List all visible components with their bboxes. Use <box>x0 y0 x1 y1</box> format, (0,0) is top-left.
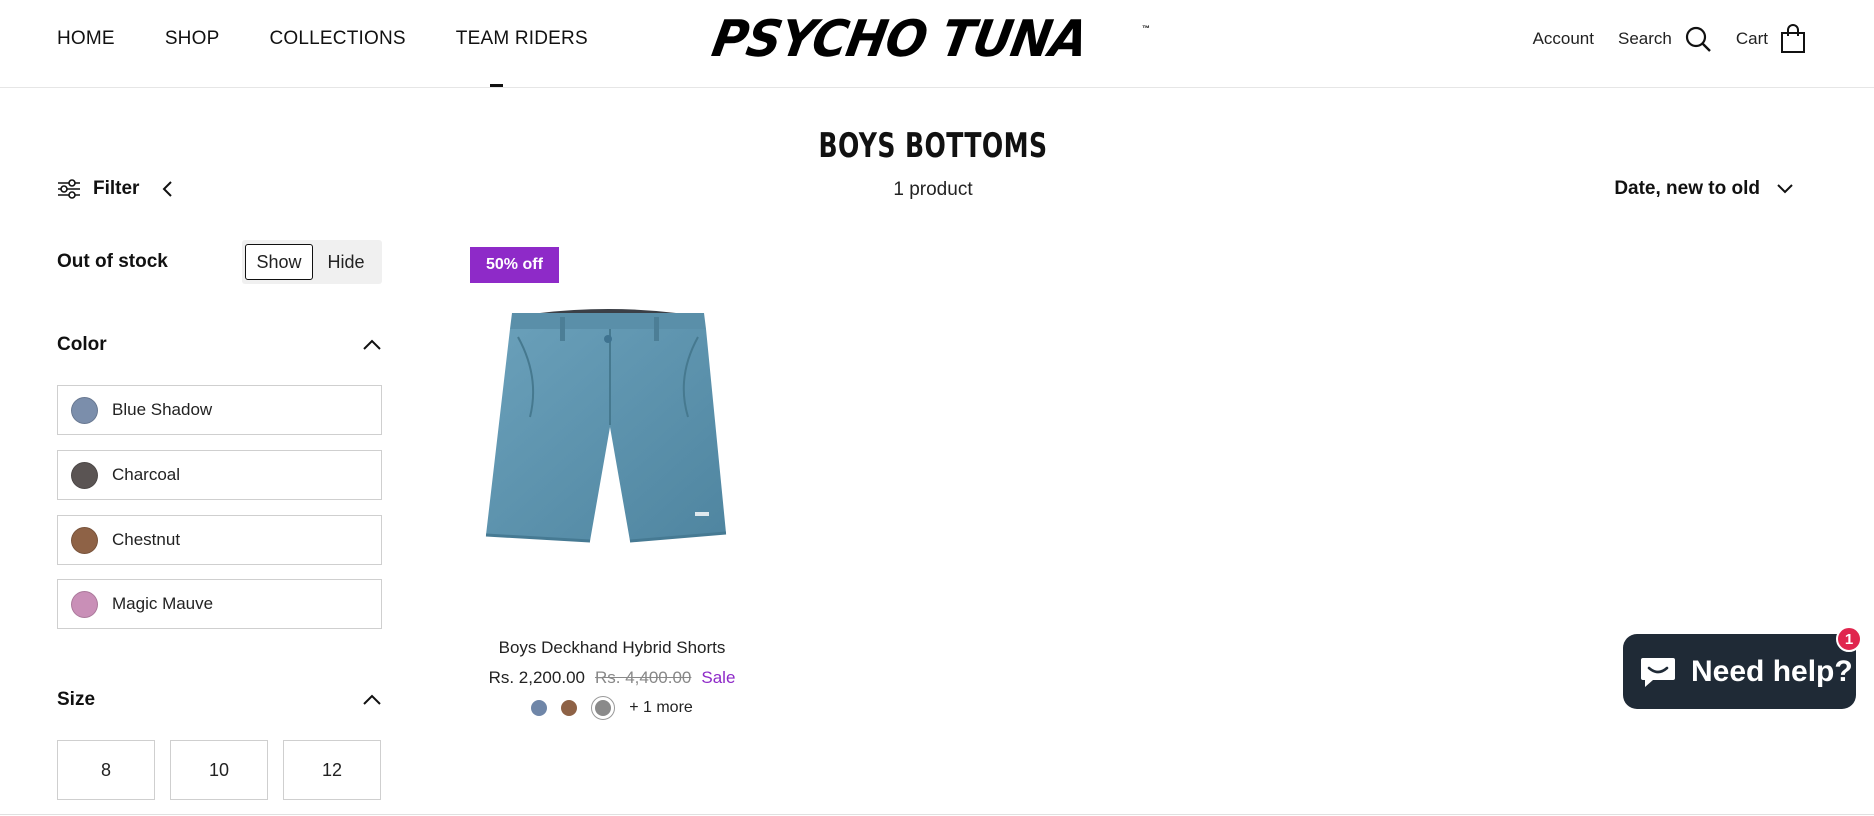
color-section-header[interactable]: Color <box>57 334 382 356</box>
main-nav: HOME SHOP COLLECTIONS TEAM RIDERS <box>57 28 638 50</box>
show-out-of-stock-button[interactable]: Show <box>245 244 313 280</box>
discount-badge: 50% off <box>470 247 559 283</box>
sale-label: Sale <box>701 668 736 687</box>
color-option-charcoal[interactable]: Charcoal <box>57 450 382 500</box>
shopping-bag-icon <box>1781 24 1805 53</box>
color-option-magic-mauve[interactable]: Magic Mauve <box>57 579 382 629</box>
filter-label: Filter <box>93 178 140 199</box>
color-option-label: Chestnut <box>112 530 181 549</box>
logo-trademark: ™ <box>1142 24 1150 33</box>
account-label: Account <box>1532 29 1594 48</box>
color-option-label: Charcoal <box>112 465 181 484</box>
sort-dropdown[interactable]: Date, new to old <box>1614 178 1794 200</box>
logo-text: PSYCHO TUNA <box>707 9 1092 69</box>
chat-notification-badge: 1 <box>1836 626 1862 652</box>
product-swatches: + 1 more <box>470 696 754 720</box>
color-swatch <box>71 461 98 489</box>
color-option-chestnut[interactable]: Chestnut <box>57 515 382 565</box>
cart-label: Cart <box>1735 29 1768 48</box>
nav-shop[interactable]: SHOP <box>165 28 220 50</box>
nav-collections[interactable]: COLLECTIONS <box>269 28 405 50</box>
product-price-row: Rs. 2,200.00 Rs. 4,400.00 Sale <box>470 668 754 688</box>
account-link[interactable]: Account <box>1533 29 1594 49</box>
color-swatch <box>71 396 98 424</box>
search-label: Search <box>1618 29 1672 48</box>
swatch-chestnut[interactable] <box>561 700 578 716</box>
compare-at-price: Rs. 4,400.00 <box>594 668 692 687</box>
color-option-label: Magic Mauve <box>112 594 214 613</box>
more-swatches-label[interactable]: + 1 more <box>629 699 693 717</box>
header-actions: Account Search Cart <box>1509 24 1806 54</box>
site-header: HOME SHOP COLLECTIONS TEAM RIDERS PSYCHO… <box>0 0 1874 88</box>
out-of-stock-filter: Out of stock Show Hide <box>57 240 382 284</box>
chat-bubble-icon <box>1641 657 1675 687</box>
cart-link[interactable]: Cart <box>1736 24 1806 54</box>
hide-out-of-stock-button[interactable]: Hide <box>313 244 379 280</box>
stock-toggle: Show Hide <box>242 240 382 284</box>
chevron-down-icon <box>1777 184 1793 194</box>
nav-team-riders[interactable]: TEAM RIDERS <box>456 28 588 50</box>
chevron-left-icon[interactable] <box>161 180 173 198</box>
footer-divider <box>0 814 1874 815</box>
swatch-selected-gray[interactable] <box>591 696 616 720</box>
out-of-stock-label: Out of stock <box>57 251 168 272</box>
chat-label: Need help? <box>1691 654 1853 688</box>
size-option-10[interactable]: 10 <box>170 740 268 800</box>
size-section-label: Size <box>57 689 96 710</box>
size-option-12[interactable]: 12 <box>283 740 381 800</box>
shorts-image <box>485 309 727 543</box>
product-image[interactable] <box>480 307 740 557</box>
chat-widget-button[interactable]: Need help? <box>1623 634 1856 709</box>
swatch-blue[interactable] <box>531 700 548 716</box>
size-options: 8 10 12 <box>57 740 381 800</box>
color-option-blue-shadow[interactable]: Blue Shadow <box>57 385 382 435</box>
search-icon <box>1685 26 1711 52</box>
sliders-icon <box>58 179 80 199</box>
color-section-label: Color <box>57 334 107 355</box>
chevron-up-icon <box>363 694 381 705</box>
chevron-up-icon <box>363 339 381 350</box>
site-logo[interactable]: PSYCHO TUNA ™ <box>708 10 1150 69</box>
search-link[interactable]: Search <box>1618 25 1712 53</box>
sort-label: Date, new to old <box>1614 178 1760 199</box>
color-swatch <box>71 526 98 554</box>
product-title[interactable]: Boys Deckhand Hybrid Shorts <box>470 638 754 658</box>
size-section-header[interactable]: Size <box>57 689 382 711</box>
size-option-8[interactable]: 8 <box>57 740 155 800</box>
sale-price: Rs. 2,200.00 <box>488 668 585 687</box>
color-swatch <box>71 590 98 618</box>
nav-indicator <box>490 84 503 87</box>
color-option-label: Blue Shadow <box>112 400 213 419</box>
filter-toggle[interactable]: Filter <box>57 178 173 200</box>
product-count: 1 product <box>893 179 973 200</box>
nav-home[interactable]: HOME <box>57 28 115 50</box>
page-title: BOYS BOTTOMS <box>818 126 1048 166</box>
